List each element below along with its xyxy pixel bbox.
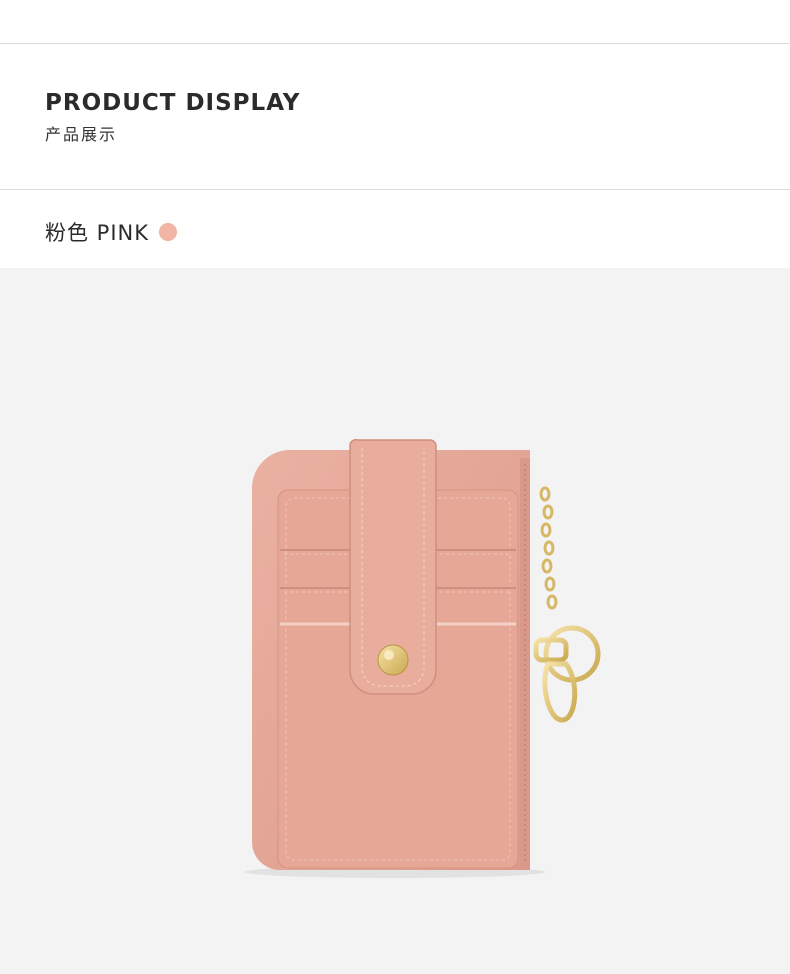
page-title: PRODUCT DISPLAY xyxy=(45,90,301,116)
snap-highlight xyxy=(384,650,394,660)
snap-button xyxy=(377,644,409,676)
product-photo-area xyxy=(0,268,790,974)
page-subtitle: 产品展示 xyxy=(45,125,118,144)
color-swatch xyxy=(159,223,178,241)
color-variant-label: 粉色 PINK xyxy=(45,221,150,245)
keychain-chain xyxy=(539,486,558,610)
top-divider xyxy=(0,43,790,44)
lobster-clasp xyxy=(542,661,578,723)
color-variant: 粉色 PINK xyxy=(45,217,178,247)
section-divider xyxy=(0,189,790,190)
wallet-image xyxy=(245,438,601,878)
